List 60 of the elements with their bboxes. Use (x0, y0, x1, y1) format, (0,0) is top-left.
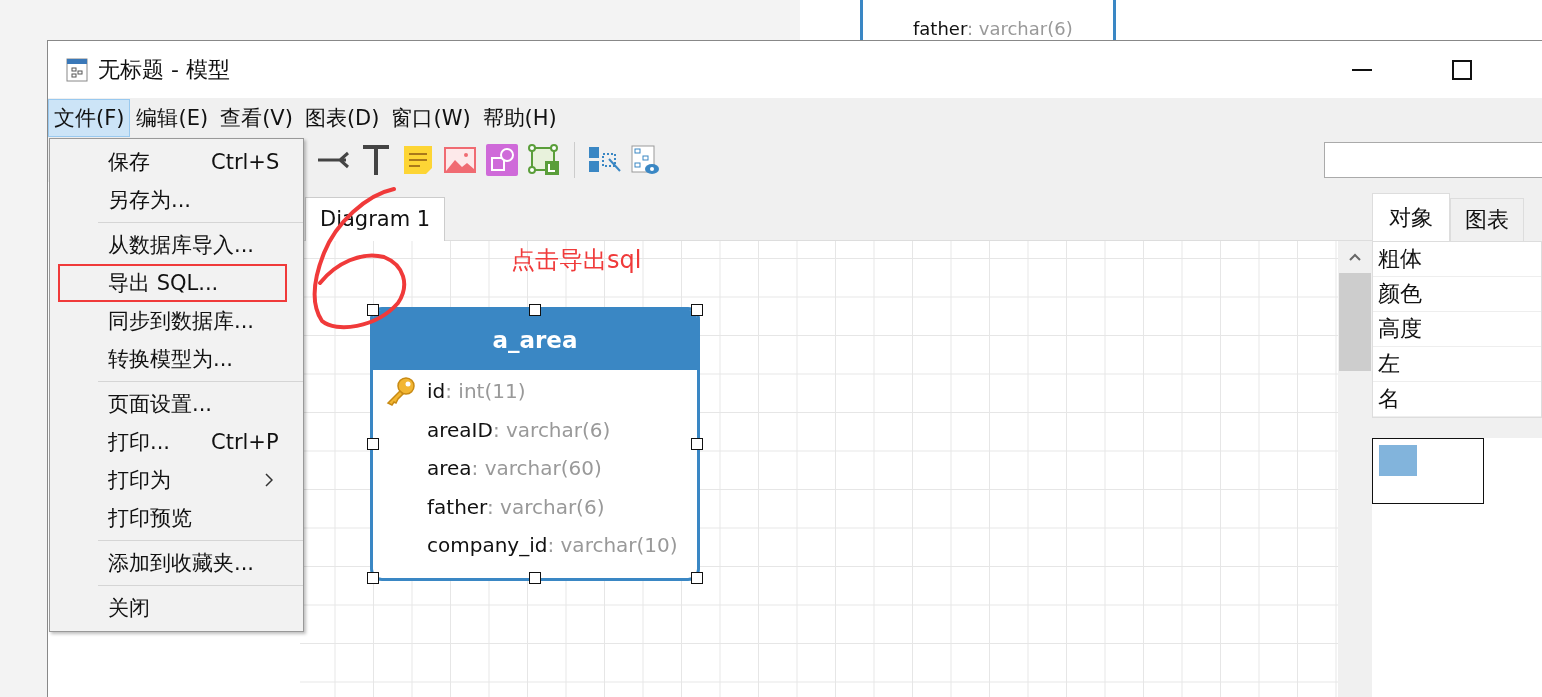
scroll-up-icon[interactable] (1349, 253, 1361, 261)
menu-item[interactable]: 添加到收藏夹... (58, 544, 287, 582)
field-text: father: varchar(6) (427, 494, 605, 519)
connector-icon[interactable] (316, 150, 350, 170)
resize-handle[interactable] (367, 438, 379, 450)
resize-handle[interactable] (367, 304, 379, 316)
minimize-icon[interactable] (1352, 68, 1372, 71)
field-text: company_id: varchar(10) (427, 533, 678, 558)
menu-item[interactable]: 另存为... (58, 181, 287, 219)
layer-icon[interactable] (528, 144, 560, 176)
resize-handle[interactable] (691, 304, 703, 316)
menu-item[interactable]: 打印预览 (58, 499, 287, 537)
field-text: areaID: varchar(6) (427, 417, 611, 442)
menu-item[interactable]: 窗口(W) (385, 99, 477, 137)
menu-item[interactable]: 保存 Ctrl+S (58, 143, 287, 181)
menu-item[interactable]: 页面设置... (58, 385, 287, 423)
property-name: 左 (1373, 347, 1541, 382)
menu-item[interactable]: 图表(D) (298, 99, 386, 137)
menu-item[interactable]: 打印... Ctrl+P (58, 423, 287, 461)
property-name: 颜色 (1373, 277, 1541, 312)
note-icon[interactable] (402, 144, 434, 176)
field-text: area: varchar(60) (427, 456, 602, 481)
menu-item[interactable]: 文件(F) (48, 99, 131, 137)
menu-item[interactable]: 转换模型为... (58, 340, 287, 378)
property-name: 名 (1373, 382, 1541, 417)
menu-item[interactable]: 编辑(E) (130, 99, 215, 137)
menu-item[interactable]: 查看(V) (214, 99, 299, 137)
resize-handle[interactable] (691, 572, 703, 584)
resize-handle[interactable] (367, 572, 379, 584)
search-field[interactable] (1324, 142, 1542, 178)
field-text: father: varchar(6) (912, 17, 1074, 41)
entity-thumbnail (1379, 445, 1417, 476)
menu-item[interactable]: 导出 SQL... (58, 264, 287, 302)
shortcut-text: Ctrl+S (211, 150, 280, 174)
select-icon[interactable] (589, 147, 621, 173)
menu-item[interactable]: 从数据库导入... (58, 226, 287, 264)
preview-icon[interactable] (631, 145, 659, 175)
text-icon[interactable] (360, 144, 392, 176)
resize-handle[interactable] (691, 438, 703, 450)
property-name: 粗体 (1373, 242, 1541, 277)
property-name: 高度 (1373, 312, 1541, 347)
scroll-thumb[interactable] (1339, 273, 1371, 371)
menu-item[interactable]: 打印为 (58, 461, 287, 499)
field-text: id: int(11) (427, 379, 526, 404)
image-icon[interactable] (444, 147, 476, 173)
panel-tab[interactable]: 图表 (1450, 198, 1524, 241)
table-entity[interactable]: a_area id: int(11) areaID: varchar(6) area: varchar(60) father: varchar(6) company_id: varchar(10) (370, 307, 700, 581)
diagram-icon (66, 57, 88, 82)
resize-handle[interactable] (529, 304, 541, 316)
window-title: 无标题 - 模型 (98, 55, 230, 84)
annotation-text: 点击导出sql (511, 245, 642, 276)
menu-item[interactable]: 帮助(H) (476, 99, 563, 137)
maximize-icon[interactable] (1452, 59, 1472, 80)
menu-item[interactable]: 关闭 (58, 589, 287, 627)
menu-item[interactable]: 同步到数据库... (58, 302, 287, 340)
shape-icon[interactable] (486, 144, 518, 176)
resize-handle[interactable] (529, 572, 541, 584)
panel-tab[interactable]: 对象 (1372, 193, 1450, 241)
entity-title: a_area (373, 310, 697, 370)
shortcut-text: Ctrl+P (211, 430, 279, 454)
